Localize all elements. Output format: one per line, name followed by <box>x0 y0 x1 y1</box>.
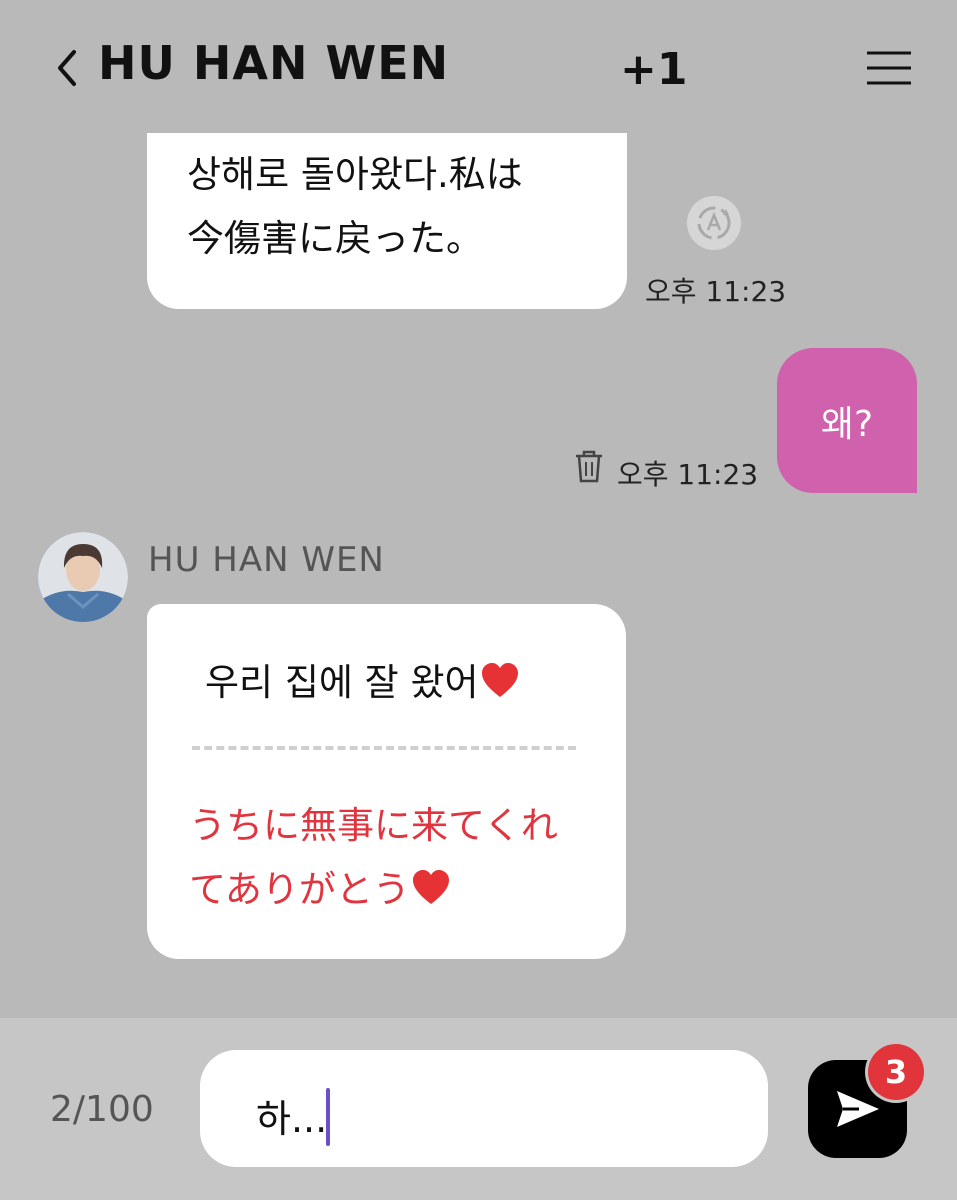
translated-message: うちに無事に来てくれ てありがとう <box>189 794 599 922</box>
text-caret <box>326 1088 330 1146</box>
translation-divider <box>192 746 576 750</box>
translate-icon[interactable] <box>686 195 742 251</box>
translated-text: てありがとう <box>189 868 410 911</box>
participant-count: +1 <box>620 44 688 95</box>
message-text-line: 상해로 돌아왔다.私は <box>187 153 523 196</box>
outgoing-message-bubble[interactable]: 왜? <box>777 348 917 493</box>
message-timestamp: 오후 11:23 <box>645 275 787 308</box>
translated-text-line: うちに無事に来てくれ <box>189 804 558 847</box>
message-input-value: 하... <box>256 1097 328 1141</box>
incoming-message-bubble[interactable]: 상해로 돌아왔다.私は 今傷害に戻った。 <box>147 133 627 309</box>
heart-emoji-icon <box>412 870 449 904</box>
menu-icon[interactable] <box>865 48 913 88</box>
chat-header: HU HAN WEN +1 <box>0 0 957 130</box>
chat-title: HU HAN WEN <box>98 36 450 90</box>
notification-badge: 3 <box>868 1044 924 1100</box>
original-message-line: 우리 집에 잘 왔어 <box>205 652 519 706</box>
message-text-line: 今傷害に戻った。 <box>187 217 483 260</box>
message-timestamp: 오후 11:23 <box>617 458 759 491</box>
translated-text-line: てありがとう <box>189 858 599 922</box>
incoming-message-bubble[interactable]: 우리 집에 잘 왔어 うちに無事に来てくれ てありがとう <box>147 604 626 959</box>
heart-emoji-icon <box>481 663 518 697</box>
character-counter: 2/100 <box>50 1089 154 1130</box>
avatar[interactable] <box>38 532 128 622</box>
sender-name: HU HAN WEN <box>148 540 385 580</box>
avatar-image <box>38 532 128 622</box>
message-input[interactable]: 하... <box>200 1050 768 1167</box>
trash-icon[interactable] <box>574 448 604 484</box>
send-icon <box>836 1091 879 1127</box>
back-chevron-icon[interactable] <box>52 46 82 90</box>
original-message-text: 우리 집에 잘 왔어 <box>205 661 479 704</box>
message-text: 왜? <box>820 403 874 445</box>
